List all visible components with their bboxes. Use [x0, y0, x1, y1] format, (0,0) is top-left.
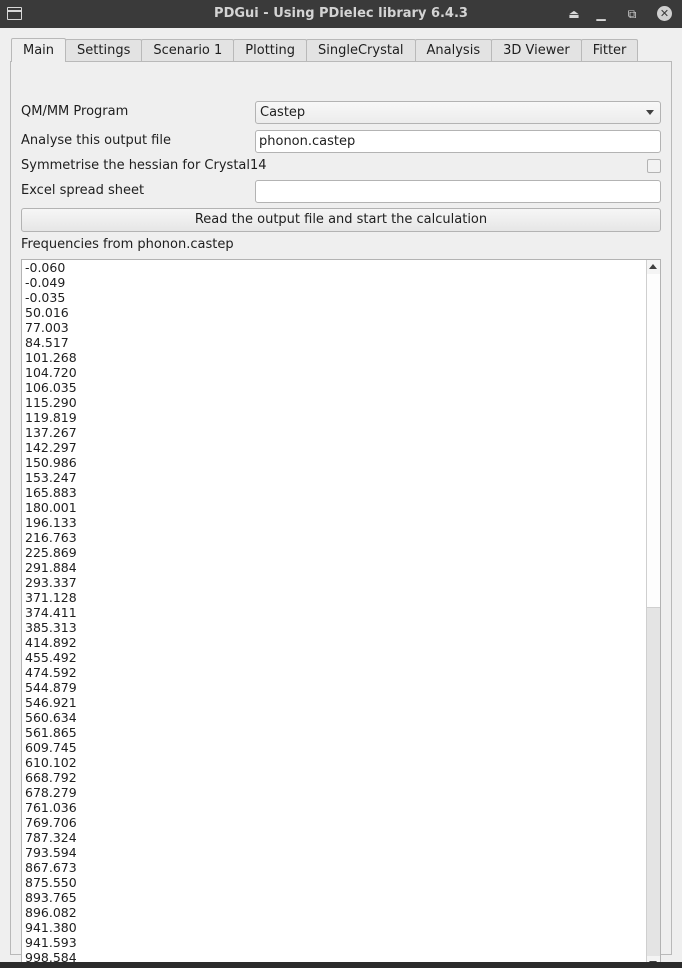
vertical-scrollbar[interactable]: [646, 260, 660, 968]
list-item[interactable]: 225.869: [25, 545, 77, 560]
list-item[interactable]: 180.001: [25, 500, 77, 515]
list-item[interactable]: 196.133: [25, 515, 77, 530]
frequencies-label: Frequencies from phonon.castep: [21, 237, 234, 252]
list-item[interactable]: 137.267: [25, 425, 77, 440]
tab-settings[interactable]: Settings: [65, 39, 143, 62]
list-item[interactable]: -0.060: [25, 260, 77, 275]
list-item[interactable]: 50.016: [25, 305, 77, 320]
list-item[interactable]: 875.550: [25, 875, 77, 890]
tab-3d-viewer[interactable]: 3D Viewer: [491, 39, 582, 62]
list-item[interactable]: 941.593: [25, 935, 77, 950]
program-value: Castep: [260, 105, 306, 120]
scrollbar-track[interactable]: [647, 608, 660, 956]
list-item[interactable]: 668.792: [25, 770, 77, 785]
scrollbar-thumb[interactable]: [647, 274, 660, 608]
output-file-label: Analyse this output file: [21, 133, 171, 148]
list-item[interactable]: 769.706: [25, 815, 77, 830]
tab-singlecrystal[interactable]: SingleCrystal: [306, 39, 416, 62]
list-item[interactable]: 142.297: [25, 440, 77, 455]
list-item[interactable]: 165.883: [25, 485, 77, 500]
list-item[interactable]: 153.247: [25, 470, 77, 485]
list-item[interactable]: 941.380: [25, 920, 77, 935]
list-item[interactable]: 115.290: [25, 395, 77, 410]
restore-icon[interactable]: ⧉: [623, 5, 641, 23]
chevron-down-icon: [646, 110, 654, 115]
list-item[interactable]: 84.517: [25, 335, 77, 350]
tab-plotting[interactable]: Plotting: [233, 39, 307, 62]
list-item[interactable]: 374.411: [25, 605, 77, 620]
list-item[interactable]: 385.313: [25, 620, 77, 635]
frequencies-list[interactable]: -0.060 -0.049 -0.035 50.016 77.003 84.517 101.…: [21, 259, 661, 968]
list-item[interactable]: 371.128: [25, 590, 77, 605]
list-item[interactable]: 678.279: [25, 785, 77, 800]
list-item[interactable]: 609.745: [25, 740, 77, 755]
list-item[interactable]: -0.049: [25, 275, 77, 290]
excel-input[interactable]: [255, 180, 661, 203]
eject-icon[interactable]: ⏏: [565, 5, 583, 23]
minimize-icon[interactable]: ▁: [592, 5, 610, 23]
list-item[interactable]: 104.720: [25, 365, 77, 380]
tab-fitter[interactable]: Fitter: [580, 39, 639, 62]
scroll-up-icon[interactable]: [649, 264, 657, 269]
list-item[interactable]: 106.035: [25, 380, 77, 395]
list-item[interactable]: 787.324: [25, 830, 77, 845]
list-item[interactable]: -0.035: [25, 290, 77, 305]
list-item[interactable]: 291.884: [25, 560, 77, 575]
title-bar[interactable]: PDGui - Using PDielec library 6.4.3 ⏏ ▁ …: [0, 0, 682, 28]
list-item[interactable]: 77.003: [25, 320, 77, 335]
list-item[interactable]: 119.819: [25, 410, 77, 425]
list-item[interactable]: 610.102: [25, 755, 77, 770]
frequencies-items: -0.060 -0.049 -0.035 50.016 77.003 84.517 101.…: [25, 260, 77, 965]
main-tab-panel: QM/MM Program Castep Analyse this output…: [10, 61, 672, 968]
program-combobox[interactable]: Castep: [255, 101, 661, 124]
tab-bar: Main Settings Scenario 1 Plotting SingleCrys…: [11, 38, 639, 62]
list-item[interactable]: 546.921: [25, 695, 77, 710]
output-file-input[interactable]: phonon.castep: [255, 130, 661, 153]
list-item[interactable]: 761.036: [25, 800, 77, 815]
list-item[interactable]: 414.892: [25, 635, 77, 650]
symmetrise-label: Symmetrise the hessian for Crystal14: [21, 158, 267, 173]
tab-scenario-1[interactable]: Scenario 1: [141, 39, 235, 62]
read-output-button[interactable]: Read the output file and start the calcu…: [21, 208, 661, 232]
list-item[interactable]: 561.865: [25, 725, 77, 740]
program-label: QM/MM Program: [21, 104, 129, 119]
close-icon[interactable]: ✕: [657, 6, 672, 21]
list-item[interactable]: 560.634: [25, 710, 77, 725]
list-item[interactable]: 793.594: [25, 845, 77, 860]
list-item[interactable]: 216.763: [25, 530, 77, 545]
list-item[interactable]: 455.492: [25, 650, 77, 665]
excel-label: Excel spread sheet: [21, 183, 145, 198]
tab-analysis[interactable]: Analysis: [414, 39, 493, 62]
symmetrise-checkbox[interactable]: [647, 159, 661, 173]
list-item[interactable]: 293.337: [25, 575, 77, 590]
tab-main[interactable]: Main: [11, 38, 67, 62]
list-item[interactable]: 544.879: [25, 680, 77, 695]
list-item[interactable]: 867.673: [25, 860, 77, 875]
list-item[interactable]: 896.082: [25, 905, 77, 920]
bottom-edge: [0, 962, 682, 968]
list-item[interactable]: 474.592: [25, 665, 77, 680]
list-item[interactable]: 150.986: [25, 455, 77, 470]
list-item[interactable]: 893.765: [25, 890, 77, 905]
list-item[interactable]: 101.268: [25, 350, 77, 365]
main-window: Main Settings Scenario 1 Plotting SingleCrys…: [0, 28, 682, 968]
